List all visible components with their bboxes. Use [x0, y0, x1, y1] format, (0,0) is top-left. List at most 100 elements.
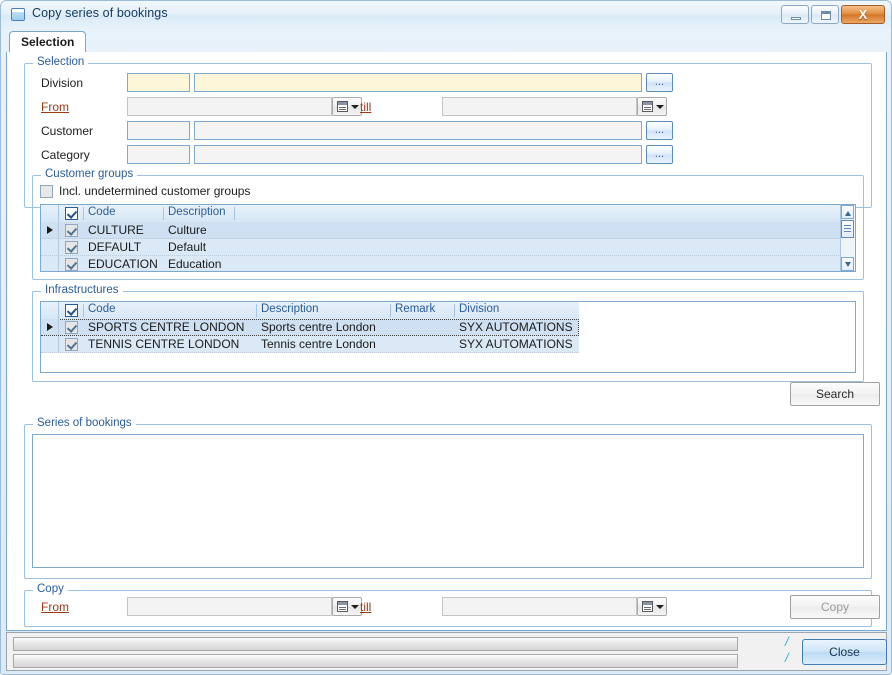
from-date-calendar-button[interactable]	[332, 97, 362, 116]
scroll-down-button[interactable]	[841, 257, 854, 271]
cell-code: CULTURE	[84, 223, 163, 237]
category-browse-button[interactable]: ...	[646, 145, 673, 164]
column-header-division[interactable]: Division	[455, 303, 579, 315]
row-checkbox[interactable]	[65, 321, 78, 334]
table-row[interactable]: EDUCATION Education	[41, 256, 855, 272]
division-label: Division	[41, 76, 83, 90]
chevron-down-icon	[845, 262, 851, 267]
from-date-input[interactable]	[127, 97, 332, 116]
row-checkbox[interactable]	[65, 258, 78, 271]
customer-label: Customer	[41, 124, 93, 138]
column-header-code[interactable]: Code	[84, 303, 256, 315]
group-selection: Selection Division ... From till Custome…	[24, 56, 872, 208]
category-code-input[interactable]	[127, 145, 190, 164]
customer-groups-scrollbar[interactable]	[840, 205, 855, 271]
minimize-button[interactable]	[781, 5, 809, 24]
customer-name-input[interactable]	[194, 121, 642, 140]
till-date-input[interactable]	[442, 97, 637, 116]
close-button[interactable]: Close	[802, 639, 887, 665]
chevron-up-icon	[845, 211, 851, 216]
customer-browse-button[interactable]: ...	[646, 121, 673, 140]
table-row[interactable]: CULTURE Culture	[41, 222, 855, 239]
chevron-down-icon	[351, 605, 359, 609]
row-indicator	[41, 336, 59, 352]
window-controls: X	[781, 5, 885, 24]
division-browse-button[interactable]: ...	[646, 73, 673, 92]
minimize-icon	[791, 17, 801, 20]
cell-description: Tennis centre London	[257, 337, 390, 351]
title-bar: Copy series of bookings X	[1, 1, 891, 29]
progress-bar-top	[13, 637, 738, 651]
column-header-description[interactable]: Description	[164, 206, 234, 218]
select-all-checkbox[interactable]	[65, 304, 78, 317]
category-name-input[interactable]	[194, 145, 642, 164]
copy-till-calendar-button[interactable]	[637, 597, 667, 616]
infrastructures-grid-header: Code Description Remark Division	[41, 302, 579, 320]
infrastructures-grid[interactable]: Code Description Remark Division SPORTS …	[40, 301, 856, 373]
maximize-button[interactable]	[811, 5, 839, 24]
row-indicator	[41, 256, 59, 272]
series-of-bookings-list[interactable]	[32, 434, 864, 568]
copy-till-label[interactable]: till	[360, 600, 371, 614]
till-date-calendar-button[interactable]	[637, 97, 667, 116]
table-row[interactable]: DEFAULT Default	[41, 239, 855, 256]
copy-till-date-input[interactable]	[442, 597, 637, 616]
table-row[interactable]: SPORTS CENTRE LONDON Sports centre Londo…	[41, 319, 579, 336]
cell-division: SYX AUTOMATIONS	[455, 320, 579, 334]
till-label[interactable]: till	[360, 100, 371, 114]
scroll-thumb[interactable]	[841, 220, 854, 238]
copy-from-calendar-button[interactable]	[332, 597, 362, 616]
group-series-of-bookings: Series of bookings	[24, 417, 872, 579]
group-series-of-bookings-label: Series of bookings	[33, 417, 136, 430]
incl-undetermined-checkbox[interactable]	[40, 185, 53, 198]
maximize-icon	[821, 11, 831, 20]
copy-from-label[interactable]: From	[41, 600, 69, 614]
window-title: Copy series of bookings	[32, 6, 168, 20]
tab-page-selection: Selection Division ... From till Custome…	[6, 52, 887, 631]
close-icon: X	[842, 6, 884, 23]
row-indicator	[41, 222, 59, 238]
row-checkbox[interactable]	[65, 338, 78, 351]
column-header-remark[interactable]: Remark	[391, 303, 454, 315]
header-separator	[234, 207, 235, 220]
copy-button-label: Copy	[821, 600, 849, 614]
search-button-label: Search	[816, 387, 854, 401]
calendar-icon	[642, 601, 653, 612]
group-infrastructures-label: Infrastructures	[41, 284, 123, 297]
customer-code-input[interactable]	[127, 121, 190, 140]
column-header-description[interactable]: Description	[257, 303, 390, 315]
from-date-label[interactable]: From	[41, 100, 69, 114]
column-header-code[interactable]: Code	[84, 206, 163, 218]
row-checkbox[interactable]	[65, 224, 78, 237]
cell-code: TENNIS CENTRE LONDON	[84, 337, 256, 351]
current-row-arrow-icon	[47, 226, 53, 234]
group-infrastructures: Infrastructures Code Description Remark …	[32, 284, 864, 382]
search-button[interactable]: Search	[790, 382, 880, 406]
group-selection-label: Selection	[33, 56, 88, 69]
chevron-down-icon	[656, 605, 664, 609]
customer-groups-grid[interactable]: Code Description CULTURE Culture	[40, 204, 856, 272]
customer-groups-grid-header: Code Description	[41, 205, 855, 223]
cell-division: SYX AUTOMATIONS	[455, 337, 579, 351]
group-copy: Copy From till Copy	[24, 583, 872, 627]
copy-from-date-input[interactable]	[127, 597, 332, 616]
close-window-button[interactable]: X	[841, 5, 885, 24]
division-name-input[interactable]	[194, 73, 642, 92]
row-header-corner	[41, 205, 59, 222]
scroll-up-button[interactable]	[841, 205, 854, 219]
group-customer-groups-label: Customer groups	[41, 168, 137, 181]
chevron-down-icon	[351, 105, 359, 109]
tab-strip: Selection	[6, 31, 886, 53]
select-all-checkbox[interactable]	[65, 207, 78, 220]
row-indicator	[41, 319, 59, 335]
division-code-input[interactable]	[127, 73, 190, 92]
calendar-icon	[642, 101, 653, 112]
table-row[interactable]: TENNIS CENTRE LONDON Tennis centre Londo…	[41, 336, 579, 353]
status-separator: /	[785, 650, 789, 665]
tab-selection[interactable]: Selection	[9, 31, 86, 53]
cell-code: SPORTS CENTRE LONDON	[84, 320, 256, 334]
row-checkbox[interactable]	[65, 241, 78, 254]
cell-code: DEFAULT	[84, 240, 163, 254]
grip-icon	[844, 225, 851, 234]
copy-button[interactable]: Copy	[790, 595, 880, 619]
